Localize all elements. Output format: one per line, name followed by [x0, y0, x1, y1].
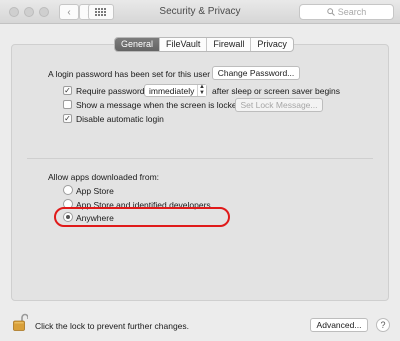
- login-password-label: A login password has been set for this u…: [48, 69, 211, 79]
- radio-app-store[interactable]: [63, 185, 73, 195]
- require-password-suffix: after sleep or screen saver begins: [212, 86, 341, 96]
- advanced-button[interactable]: Advanced...: [310, 318, 368, 332]
- disable-auto-login-label: Disable automatic login: [76, 114, 164, 124]
- radio-app-store-label: App Store: [76, 186, 114, 196]
- tab-firewall[interactable]: Firewall: [207, 38, 252, 51]
- help-button[interactable]: ?: [376, 318, 390, 332]
- disable-auto-login-checkbox[interactable]: ✓: [63, 114, 72, 123]
- tab-bar: General FileVault Firewall Privacy: [114, 37, 294, 52]
- tab-general[interactable]: General: [115, 38, 161, 51]
- show-message-label: Show a message when the screen is locked: [76, 100, 242, 110]
- lock-instruction-text: Click the lock to prevent further change…: [35, 321, 190, 331]
- search-field[interactable]: Search: [299, 4, 394, 20]
- tab-filevault[interactable]: FileVault: [160, 38, 208, 51]
- change-password-button[interactable]: Change Password...: [212, 66, 300, 80]
- section-divider: [27, 158, 373, 159]
- require-password-label: Require password: [76, 86, 145, 96]
- allow-apps-heading: Allow apps downloaded from:: [48, 172, 160, 182]
- unlocked-padlock-icon[interactable]: [13, 313, 28, 331]
- anywhere-highlight-outline: [54, 207, 230, 227]
- title-bar: ‹ › Security & Privacy Search: [0, 0, 400, 24]
- search-icon: [327, 8, 335, 16]
- stepper-arrows-icon: ▲ ▼: [197, 84, 206, 96]
- require-password-checkbox[interactable]: ✓: [63, 86, 72, 95]
- set-lock-message-button[interactable]: Set Lock Message...: [235, 98, 323, 112]
- select-value: immediately: [149, 86, 195, 96]
- search-placeholder: Search: [337, 7, 367, 17]
- tab-privacy[interactable]: Privacy: [251, 38, 293, 51]
- show-message-checkbox[interactable]: [63, 100, 72, 109]
- require-password-select[interactable]: immediately ▲ ▼: [144, 84, 207, 97]
